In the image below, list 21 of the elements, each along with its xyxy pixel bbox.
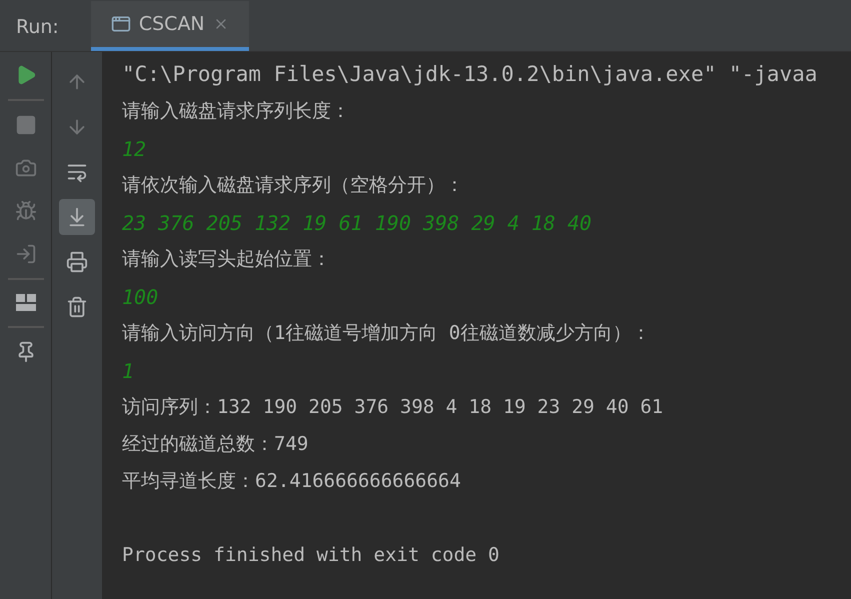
console-output-text: "C:\Program Files\Java\jdk-13.0.2\bin\java.exe" "-javaa <box>122 60 818 88</box>
window-icon <box>110 14 131 34</box>
console-output-text: 平均寻道长度：62.416666666666664 <box>122 469 461 494</box>
console-output-text: 请输入磁盘请求序列长度： <box>122 99 350 124</box>
tab-title: CSCAN <box>138 12 205 37</box>
console-output-text: 经过的磁道总数：749 <box>122 432 308 458</box>
console-output-text: Process finished with exit code 0 <box>122 543 500 568</box>
trash-icon <box>66 296 88 318</box>
user-input-text: 1 <box>122 358 134 384</box>
toolbar-button[interactable] <box>59 199 95 235</box>
console-output-text: 请输入读写头起始位置： <box>122 247 331 272</box>
run-label: Run: <box>15 14 60 40</box>
layout-icon[interactable] <box>14 293 36 313</box>
console-output-text: 请输入访问方向（1往磁道号增加方向 0往磁道数减少方向）： <box>122 321 650 346</box>
user-input-text: 100 <box>122 284 158 310</box>
user-input-text: 12 <box>122 136 146 162</box>
console-output-text: 请依次输入磁盘请求序列（空格分开）： <box>122 173 464 198</box>
user-input-text: 23 376 205 132 19 61 190 398 29 4 18 40 <box>122 210 592 236</box>
console-output-text: 访问序列：132 190 205 376 398 4 18 19 23 29 40 61 <box>122 395 664 420</box>
printer-icon <box>66 251 88 273</box>
run-tab[interactable]: CSCAN <box>90 1 249 51</box>
